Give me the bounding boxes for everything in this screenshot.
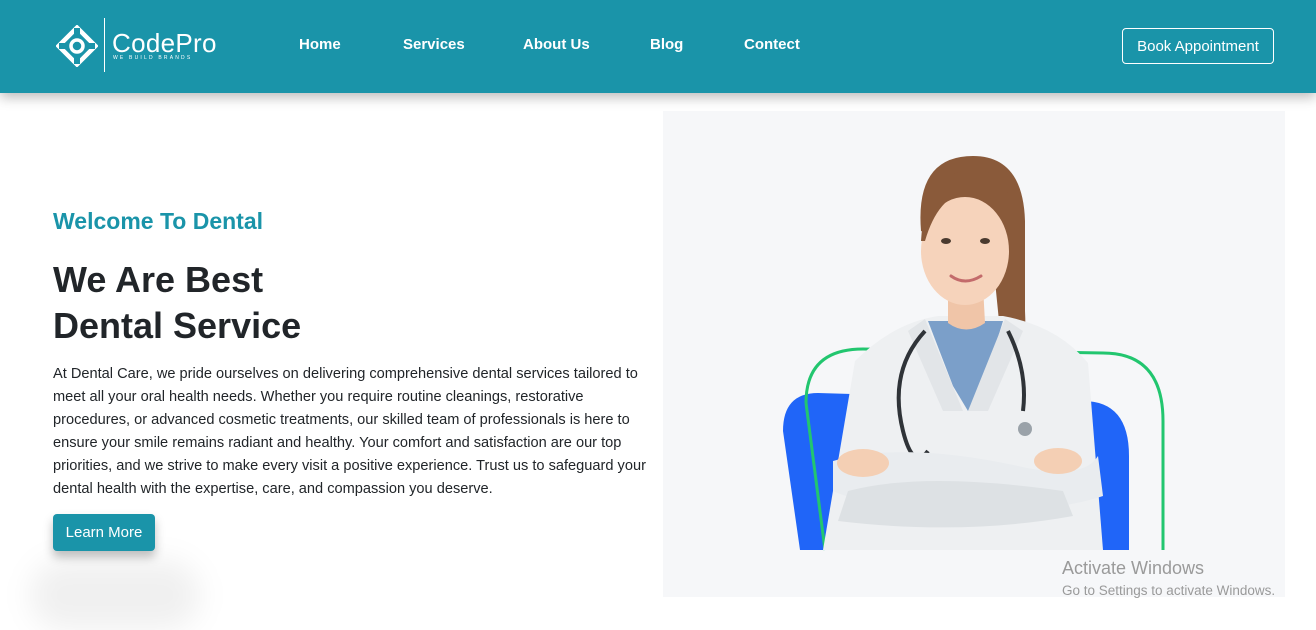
learn-more-button[interactable]: Learn More <box>53 514 155 551</box>
activate-windows-subtitle: Go to Settings to activate Windows. <box>1062 583 1276 598</box>
doctor-illustration <box>783 156 1165 551</box>
hero-headline-line1: We Are Best <box>53 259 264 300</box>
book-appointment-button[interactable]: Book Appointment <box>1122 28 1274 64</box>
logo-divider <box>104 18 105 72</box>
hero-eyebrow: Welcome To Dental <box>53 208 264 234</box>
activate-windows-title: Activate Windows <box>1062 558 1205 578</box>
nav-blog[interactable]: Blog <box>650 36 683 53</box>
nav-contact[interactable]: Contect <box>744 36 800 53</box>
diamond-ring-logo-icon <box>56 25 98 67</box>
nav-about-us[interactable]: About Us <box>523 36 590 53</box>
brand-tagline: WE BUILD BRANDS <box>113 55 193 61</box>
doctor-portrait <box>663 111 1285 597</box>
hero-description: At Dental Care, we pride ourselves on de… <box>53 366 646 497</box>
hero-headline: We Are Best Dental Service <box>53 257 473 349</box>
nav-services[interactable]: Services <box>403 36 465 53</box>
hero-headline-line2: Dental Service <box>53 305 302 346</box>
navbar: CodePro WE BUILD BRANDS Home Services Ab… <box>0 0 1316 93</box>
brand-logo[interactable]: CodePro WE BUILD BRANDS <box>56 18 226 72</box>
nav-home[interactable]: Home <box>299 36 341 53</box>
